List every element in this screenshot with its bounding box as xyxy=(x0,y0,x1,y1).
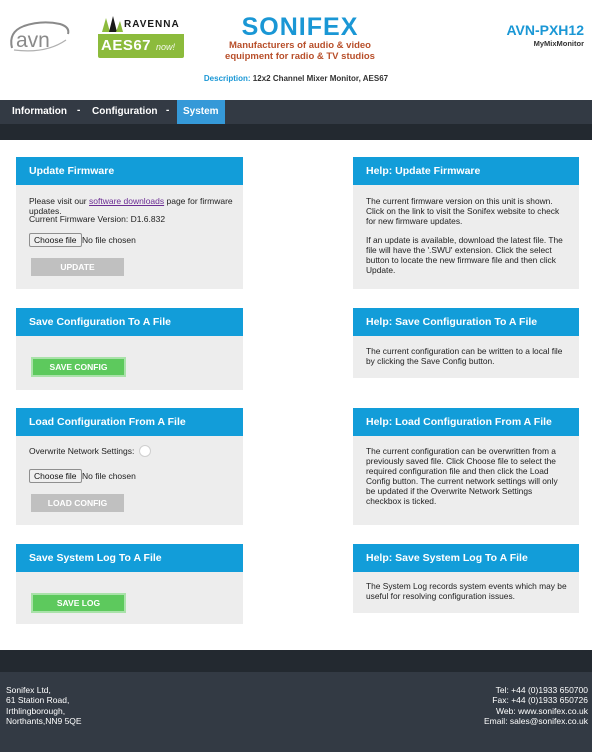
firmware-visit-text: Please visit our software downloads page… xyxy=(29,196,233,216)
nav-divider xyxy=(0,124,592,140)
help-save-log-panel: Help: Save System Log To A File The Syst… xyxy=(353,544,579,613)
description-label: Description: xyxy=(203,74,251,83)
help-text: The current configuration can be overwri… xyxy=(366,446,558,506)
panel-title: Save Configuration To A File xyxy=(16,308,243,336)
footer-email-link[interactable]: Email: sales@sonifex.co.uk xyxy=(484,716,588,726)
help-save-config-panel: Help: Save Configuration To A File The c… xyxy=(353,308,579,378)
firmware-choose-file-button[interactable]: Choose file xyxy=(29,233,82,247)
panel-title: Help: Save System Log To A File xyxy=(353,544,579,572)
save-config-button[interactable]: SAVE CONFIG xyxy=(31,357,126,377)
update-firmware-panel: Update Firmware Please visit our softwar… xyxy=(16,157,243,289)
nav-item-system[interactable]: System xyxy=(177,100,225,124)
page-footer: Sonifex Ltd, 61 Station Road, Irthlingbo… xyxy=(0,650,592,752)
overwrite-network-checkbox[interactable] xyxy=(139,445,151,457)
footer-contact: Tel: +44 (0)1933 650700 Fax: +44 (0)1933… xyxy=(484,685,588,727)
load-config-panel: Load Configuration From A File Overwrite… xyxy=(16,408,243,525)
panel-title: Help: Update Firmware xyxy=(353,157,579,185)
save-config-panel: Save Configuration To A File SAVE CONFIG xyxy=(16,308,243,390)
save-log-panel: Save System Log To A File SAVE LOG xyxy=(16,544,243,624)
footer-fax: Fax: +44 (0)1933 650726 xyxy=(492,695,588,706)
help-text: The System Log records system events whi… xyxy=(366,581,567,601)
model-name: AVN-PXH12 xyxy=(506,22,584,38)
nav-separator: - xyxy=(77,105,81,116)
firmware-version: Current Firmware Version: D1.6.832 xyxy=(29,214,166,224)
nav-item-information[interactable]: Information xyxy=(12,100,67,124)
nav-item-configuration[interactable]: Configuration xyxy=(92,100,158,124)
sonifex-logo: SONIFEX Manufacturers of audio & video e… xyxy=(225,13,375,62)
update-button[interactable]: UPDATE xyxy=(31,258,124,276)
software-downloads-link[interactable]: software downloads xyxy=(89,196,164,206)
save-log-button[interactable]: SAVE LOG xyxy=(31,593,126,613)
help-text: The current configuration can be written… xyxy=(366,346,563,366)
panel-title: Help: Load Configuration From A File xyxy=(353,408,579,436)
panel-title: Load Configuration From A File xyxy=(16,408,243,436)
firmware-version-value: D1.6.832 xyxy=(130,214,166,224)
footer-web-link[interactable]: Web: www.sonifex.co.uk xyxy=(484,706,588,716)
page-header: avn RAVENNA AES67 now! SONIFEX Manufactu… xyxy=(0,0,592,100)
main-nav: Information - Configuration - System xyxy=(0,100,592,124)
help-update-firmware-panel: Help: Update Firmware The current firmwa… xyxy=(353,157,579,289)
device-model: AVN-PXH12 MyMixMonitor xyxy=(506,22,584,50)
device-description: Description: 12x2 Channel Mixer Monitor,… xyxy=(0,74,592,83)
nav-separator: - xyxy=(166,105,170,116)
load-config-button[interactable]: LOAD CONFIG xyxy=(31,494,124,512)
device-name: MyMixMonitor xyxy=(533,39,584,48)
firmware-file-status: No file chosen xyxy=(82,235,136,245)
svg-text:avn: avn xyxy=(16,29,50,52)
footer-tel: Tel: +44 (0)1933 650700 xyxy=(495,685,588,695)
footer-address: Sonifex Ltd, 61 Station Road, Irthlingbo… xyxy=(6,685,82,727)
help-text: If an update is available, download the … xyxy=(366,235,563,275)
ravenna-aes67-logo: RAVENNA AES67 now! xyxy=(98,14,184,58)
config-file-status: No file chosen xyxy=(82,471,136,481)
overwrite-network-label: Overwrite Network Settings: xyxy=(29,446,135,456)
description-value: 12x2 Channel Mixer Monitor, AES67 xyxy=(252,74,389,83)
help-load-config-panel: Help: Load Configuration From A File The… xyxy=(353,408,579,525)
help-text: The current firmware version on this uni… xyxy=(366,196,560,226)
panel-title: Save System Log To A File xyxy=(16,544,243,572)
avn-logo: avn xyxy=(6,18,74,54)
config-choose-file-button[interactable]: Choose file xyxy=(29,469,82,483)
panel-title: Update Firmware xyxy=(16,157,243,185)
panel-title: Help: Save Configuration To A File xyxy=(353,308,579,336)
footer-divider xyxy=(0,650,592,672)
